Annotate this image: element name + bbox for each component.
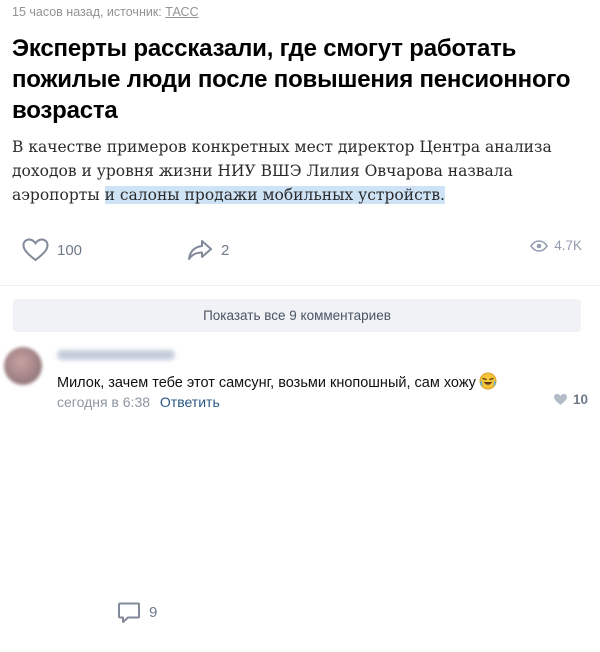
post-meta: 15 часов назад, источник: ТАСС (12, 5, 199, 19)
divider (0, 285, 600, 286)
views-count: 4.7K (554, 238, 582, 253)
source-link[interactable]: ТАСС (165, 5, 198, 19)
comment-like-button[interactable]: 10 (553, 392, 588, 407)
post-time: 15 часов назад, источник: (12, 5, 162, 19)
comment-count: 9 (149, 604, 158, 621)
avatar[interactable] (4, 347, 42, 385)
article-lead: В качестве примеров конкретных мест дире… (12, 135, 597, 207)
heart-icon (553, 393, 567, 405)
share-button[interactable]: 2 (187, 238, 229, 262)
eye-icon (530, 239, 549, 252)
comment-body: Милок, зачем тебе этот самсунг, возьми к… (57, 375, 476, 391)
heart-icon (22, 238, 49, 262)
comment-like-count: 10 (572, 392, 588, 407)
comment-footer: сегодня в 6:38 Ответить (57, 394, 220, 410)
show-all-comments-button[interactable]: Показать все 9 комментариев (13, 299, 581, 332)
section-gap (0, 333, 600, 341)
comment-time[interactable]: сегодня в 6:38 (57, 394, 150, 410)
comment-text: Милок, зачем тебе этот самсунг, возьми к… (57, 372, 497, 394)
like-button[interactable]: 100 (22, 238, 82, 262)
rofl-emoji-icon (479, 372, 497, 394)
lead-highlighted-text: и салоны продажи мобильных устройств. (104, 186, 445, 204)
comment-button[interactable]: 9 (117, 573, 600, 652)
comment-item: Милок, зачем тебе этот самсунг, возьми к… (0, 341, 600, 420)
share-arrow-icon (188, 240, 212, 260)
like-count: 100 (57, 241, 83, 259)
post-actions: 100 9 2 4.7K (0, 232, 600, 623)
post-card: 15 часов назад, источник: ТАСС Эксперты … (0, 0, 600, 623)
reply-button[interactable]: Ответить (160, 394, 220, 410)
comment-icon (118, 602, 140, 623)
share-count: 2 (221, 241, 230, 259)
views-counter: 4.7K (530, 238, 582, 253)
article-title[interactable]: Эксперты рассказали, где смогут работать… (12, 33, 592, 126)
comment-author-blurred[interactable] (57, 350, 175, 360)
